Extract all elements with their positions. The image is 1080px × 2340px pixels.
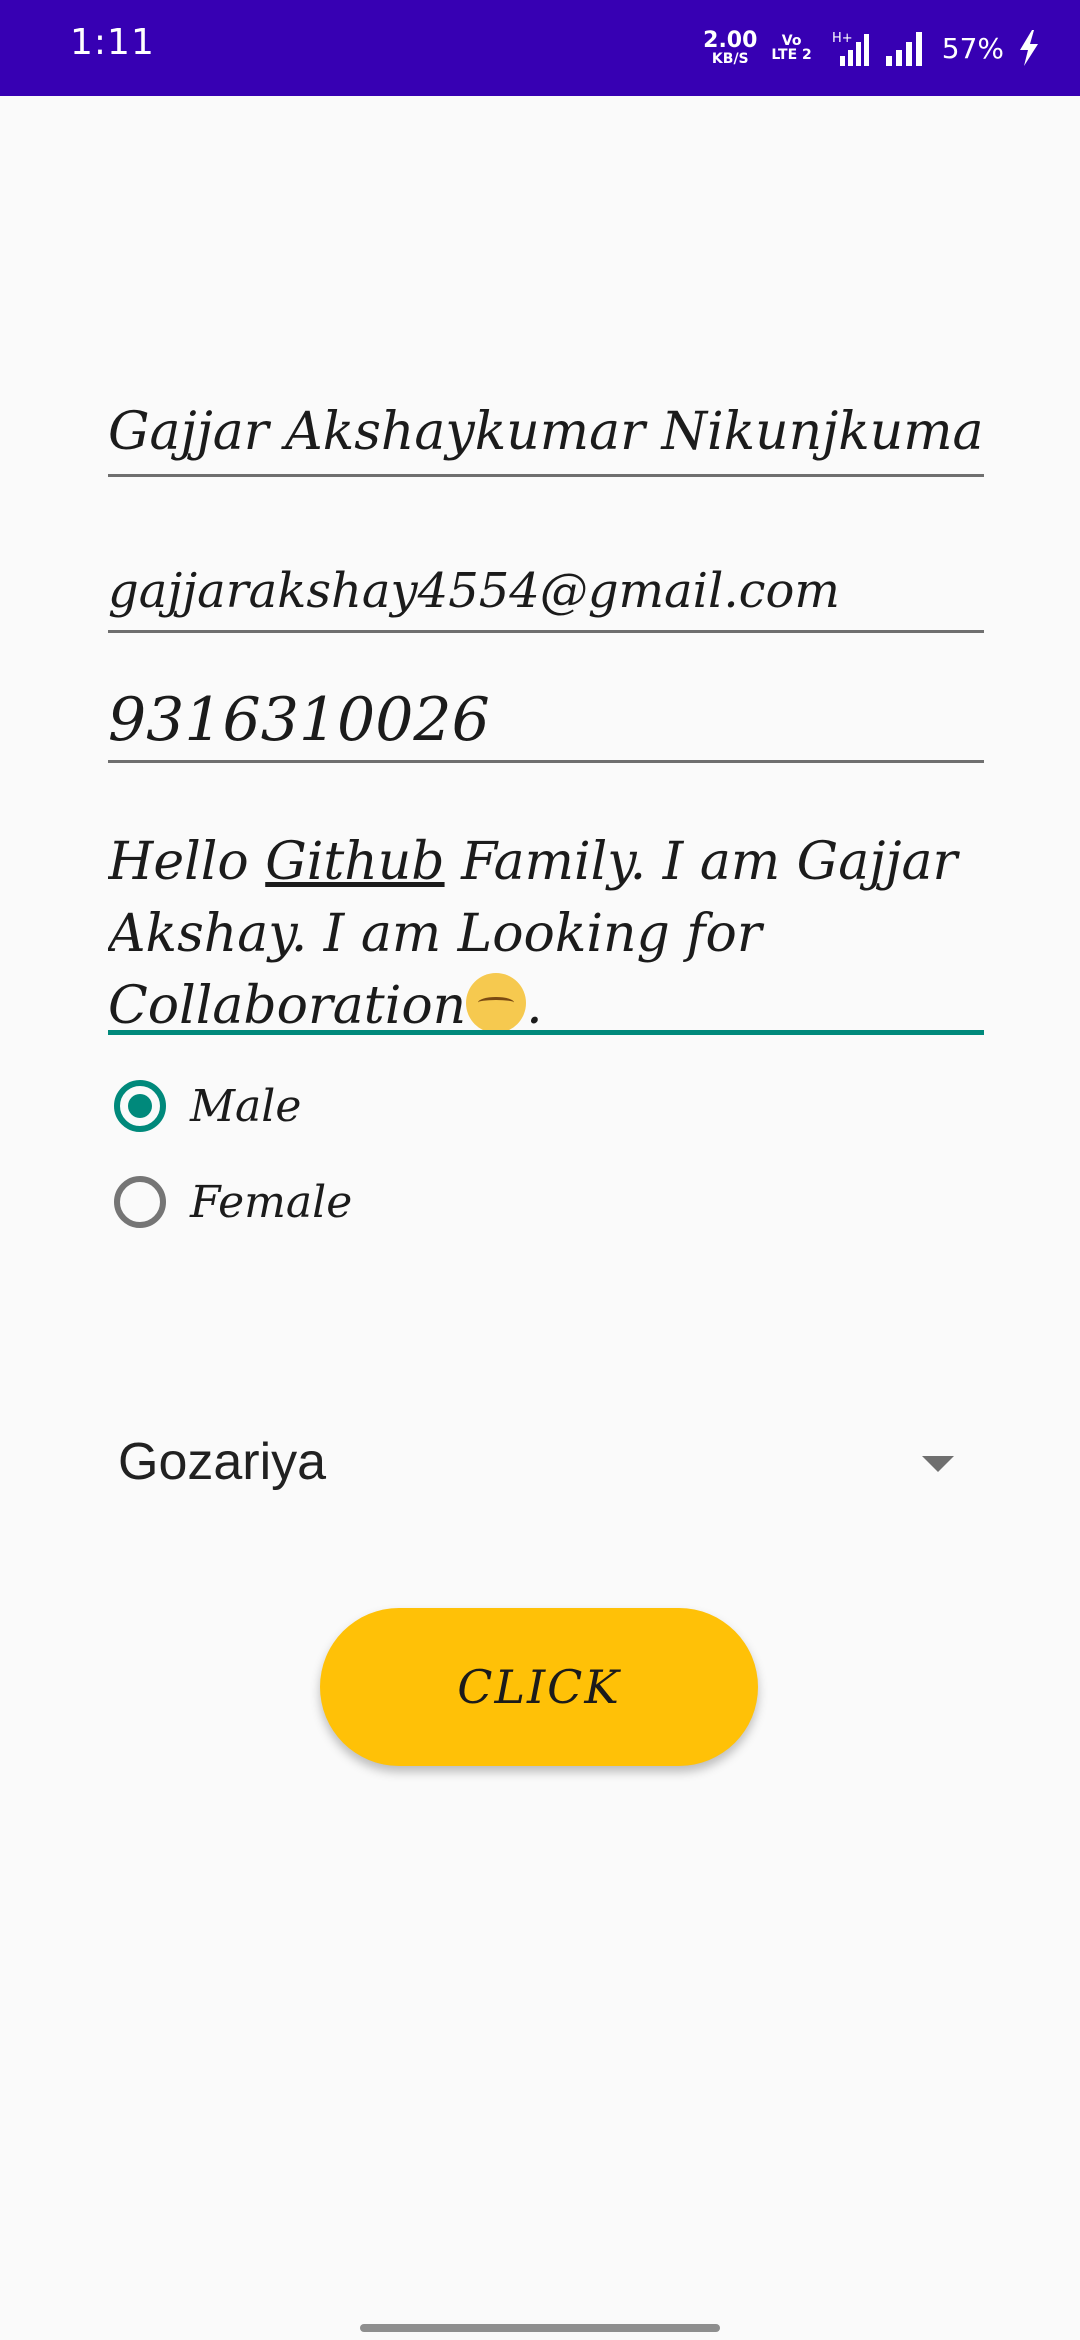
gender-radio-female[interactable]: Female [114,1176,352,1228]
volte-top: Vo [781,33,802,49]
network-speed-value: 2.00 [703,28,758,53]
radio-label-female: Female [190,1176,353,1228]
name-field[interactable]: Gajjar Akshaykumar Nikunjkumar [108,390,984,477]
dropdown-arrow-icon[interactable] [922,1456,954,1472]
radio-checked-icon[interactable] [114,1080,166,1132]
click-button[interactable]: CLICK [320,1608,758,1766]
city-dropdown-value: Gozariya [118,1433,327,1491]
volte-icon: Vo LTE 2 [771,34,811,62]
battery-percent: 57% [941,31,1004,65]
about-text-start: Hello [108,832,266,892]
about-github-word: Github [265,832,445,892]
status-bar: 1:11 2.00 KB/S Vo LTE 2 H+ 57% [0,0,1080,96]
phone-field[interactable]: 9316310026 [108,680,984,763]
about-text-end: . [526,976,543,1035]
status-icons: 2.00 KB/S Vo LTE 2 H+ 57% [703,24,1040,72]
radio-label-male: Male [190,1080,302,1132]
volte-bottom: LTE 2 [771,47,812,63]
gender-radio-male[interactable]: Male [114,1080,301,1132]
about-field[interactable]: Hello Github Family. I am Gajjar Akshay.… [108,826,984,1035]
signal-icon [884,28,928,68]
network-type-label: H+ [832,31,853,46]
network-speed: 2.00 KB/S [703,28,758,67]
status-time: 1:11 [70,22,155,63]
network-speed-unit: KB/S [711,51,749,67]
network-type-icon: H+ [826,28,870,68]
radio-unchecked-icon[interactable] [114,1176,166,1228]
home-indicator[interactable] [360,2324,720,2332]
charging-icon [1018,28,1040,68]
email-field[interactable]: gajjarakshay4554@gmail.com [108,552,984,633]
smiling-face-icon [466,973,527,1030]
city-dropdown[interactable]: Gozariya [108,1420,984,1510]
